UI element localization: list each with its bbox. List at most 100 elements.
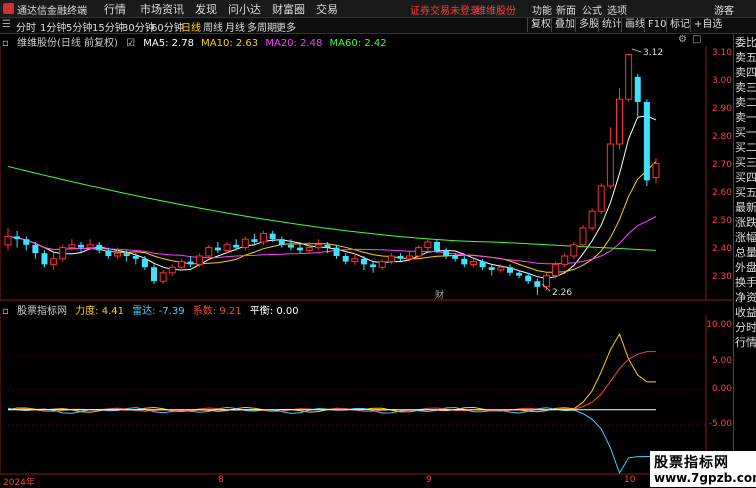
candle-body xyxy=(196,255,204,265)
quote-label[interactable]: 换手 xyxy=(735,276,756,290)
menu-ask[interactable]: 问小达 xyxy=(228,1,261,17)
quote-label[interactable]: 卖一 xyxy=(735,111,756,125)
panel-settings-icon[interactable]: ⚙ xyxy=(678,34,687,45)
new-page-button[interactable]: 新面 xyxy=(556,2,576,17)
ma10-line xyxy=(7,161,657,273)
tab-multi-period[interactable]: 多周期 xyxy=(247,19,277,34)
toolbar-menu-icon[interactable]: ☰ xyxy=(2,19,11,30)
candle-body xyxy=(68,244,76,249)
time-axis: 2024年 8 9 10 xyxy=(0,475,733,488)
menu-discover[interactable]: 发现 xyxy=(195,1,217,17)
tab-more[interactable]: 更多 xyxy=(276,19,296,34)
tab-daily[interactable]: 日线 xyxy=(181,19,201,34)
candle-body xyxy=(260,233,268,243)
app-logo-icon xyxy=(3,3,14,14)
ma60-line xyxy=(7,165,657,251)
menu-news[interactable]: 资讯 xyxy=(162,1,184,17)
candle-body xyxy=(86,244,94,249)
watermark-title: 股票指标网 xyxy=(654,455,729,471)
app-name: 通达信金融终端 xyxy=(17,6,87,17)
mark-button[interactable]: 标记 xyxy=(666,18,693,32)
candle-body xyxy=(606,143,614,187)
quote-label[interactable]: 涨幅 xyxy=(735,231,756,245)
panel-expand-icon[interactable]: □ xyxy=(692,34,701,45)
candle-body xyxy=(588,210,596,229)
menu-quotes[interactable]: 行情 xyxy=(104,1,126,17)
quote-label[interactable]: 卖五 xyxy=(735,51,756,65)
candle-body xyxy=(625,53,633,100)
menu-market[interactable]: 市场 xyxy=(140,1,162,17)
menu-wealth[interactable]: 财富圈 xyxy=(272,1,305,17)
candle-body xyxy=(233,244,240,248)
candle-body xyxy=(32,244,39,254)
tab-weekly[interactable]: 周线 xyxy=(203,19,223,34)
quote-side-panel: 委比 卖五 卖四 卖三 卖二 卖一 买一 买二 买三 买四 买五 最新 涨跌 涨… xyxy=(733,34,756,487)
time-tick: 8 xyxy=(218,475,224,485)
time-tick: 2024年 xyxy=(3,478,35,488)
function-button[interactable]: 功能 xyxy=(532,2,552,17)
overlay-button[interactable]: 叠加 xyxy=(551,18,578,32)
candle-body xyxy=(314,244,322,249)
quote-label[interactable]: 最新 xyxy=(735,201,756,215)
candle-body xyxy=(570,244,578,257)
indicator-tick: 0.00 xyxy=(711,384,732,394)
candle-body xyxy=(351,258,359,263)
quote-label[interactable]: 买四 xyxy=(735,171,756,185)
stock-link[interactable]: 维维股份 xyxy=(476,2,516,17)
candle-body xyxy=(488,267,495,270)
candle-body xyxy=(4,235,12,246)
candle-body xyxy=(123,253,130,256)
quote-label[interactable]: 买一 xyxy=(735,126,756,140)
tab-60min[interactable]: 60分钟 xyxy=(151,19,184,34)
candle-body xyxy=(251,239,258,242)
candle-body xyxy=(241,238,249,249)
quote-label[interactable]: 买二 xyxy=(735,141,756,155)
quote-label[interactable]: 卖四 xyxy=(735,66,756,80)
login-notice[interactable]: 证券交易未登录 xyxy=(410,2,480,17)
site-watermark: 股票指标网 www.7gpzb.com xyxy=(650,451,756,487)
quote-label[interactable]: 净资 xyxy=(735,291,756,305)
indicator-chart[interactable] xyxy=(0,315,733,475)
quote-label[interactable]: 涨跌 xyxy=(735,216,756,230)
guest-button[interactable]: 游客 xyxy=(714,2,734,17)
quote-label[interactable]: 总量 xyxy=(735,246,756,260)
event-marker: 财 xyxy=(435,289,444,301)
tab-monthly[interactable]: 月线 xyxy=(225,19,245,34)
tab-1min[interactable]: 1分钟 xyxy=(40,19,66,34)
price-tick: 2.40 xyxy=(711,244,732,254)
tab-5min[interactable]: 5分钟 xyxy=(66,19,92,34)
candlestick-chart[interactable]: 3.12 2.26 财 xyxy=(0,46,733,301)
quote-label[interactable]: 买五 xyxy=(735,186,756,200)
quote-label[interactable]: 外盘 xyxy=(735,261,756,275)
quote-label[interactable]: 收益 xyxy=(735,306,756,320)
options-button[interactable]: 选项 xyxy=(607,2,627,17)
tab-quote-panel[interactable]: 行情 xyxy=(735,336,756,350)
price-tick: 2.80 xyxy=(711,132,732,142)
tab-intraday[interactable]: 分时 xyxy=(16,19,36,34)
candle-body xyxy=(187,261,194,265)
quote-label[interactable]: 委比 xyxy=(735,36,756,50)
candle-body xyxy=(561,255,569,265)
candle-body xyxy=(597,185,605,212)
candle-body xyxy=(41,253,48,265)
tab-30min[interactable]: 30分钟 xyxy=(122,19,155,34)
candle-body xyxy=(223,244,231,251)
quote-label[interactable]: 卖三 xyxy=(735,81,756,95)
add-watchlist-button[interactable]: +自选 xyxy=(690,18,725,32)
indicator-tick: 5.00 xyxy=(711,356,732,366)
quote-label[interactable]: 买三 xyxy=(735,156,756,170)
candle-body xyxy=(205,247,213,257)
low-annotation: 2.26 xyxy=(552,288,572,298)
formula-button[interactable]: 公式 xyxy=(582,2,602,17)
menu-trade[interactable]: 交易 xyxy=(316,1,338,17)
title-bar: 通达信金融终端 行情 市场 资讯 发现 问小达 财富圈 交易 证券交易未登录 维… xyxy=(0,0,756,18)
candle-body xyxy=(78,244,85,248)
quote-label[interactable]: 卖二 xyxy=(735,96,756,110)
price-tick: 3.10 xyxy=(711,48,732,58)
candle-body xyxy=(159,272,167,282)
tab-intraday-panel[interactable]: 分时 xyxy=(735,321,756,335)
candle-body xyxy=(615,98,623,145)
tab-15min[interactable]: 15分钟 xyxy=(92,19,125,34)
price-tick: 2.50 xyxy=(711,216,732,226)
adjust-button[interactable]: 复权 xyxy=(527,18,554,32)
